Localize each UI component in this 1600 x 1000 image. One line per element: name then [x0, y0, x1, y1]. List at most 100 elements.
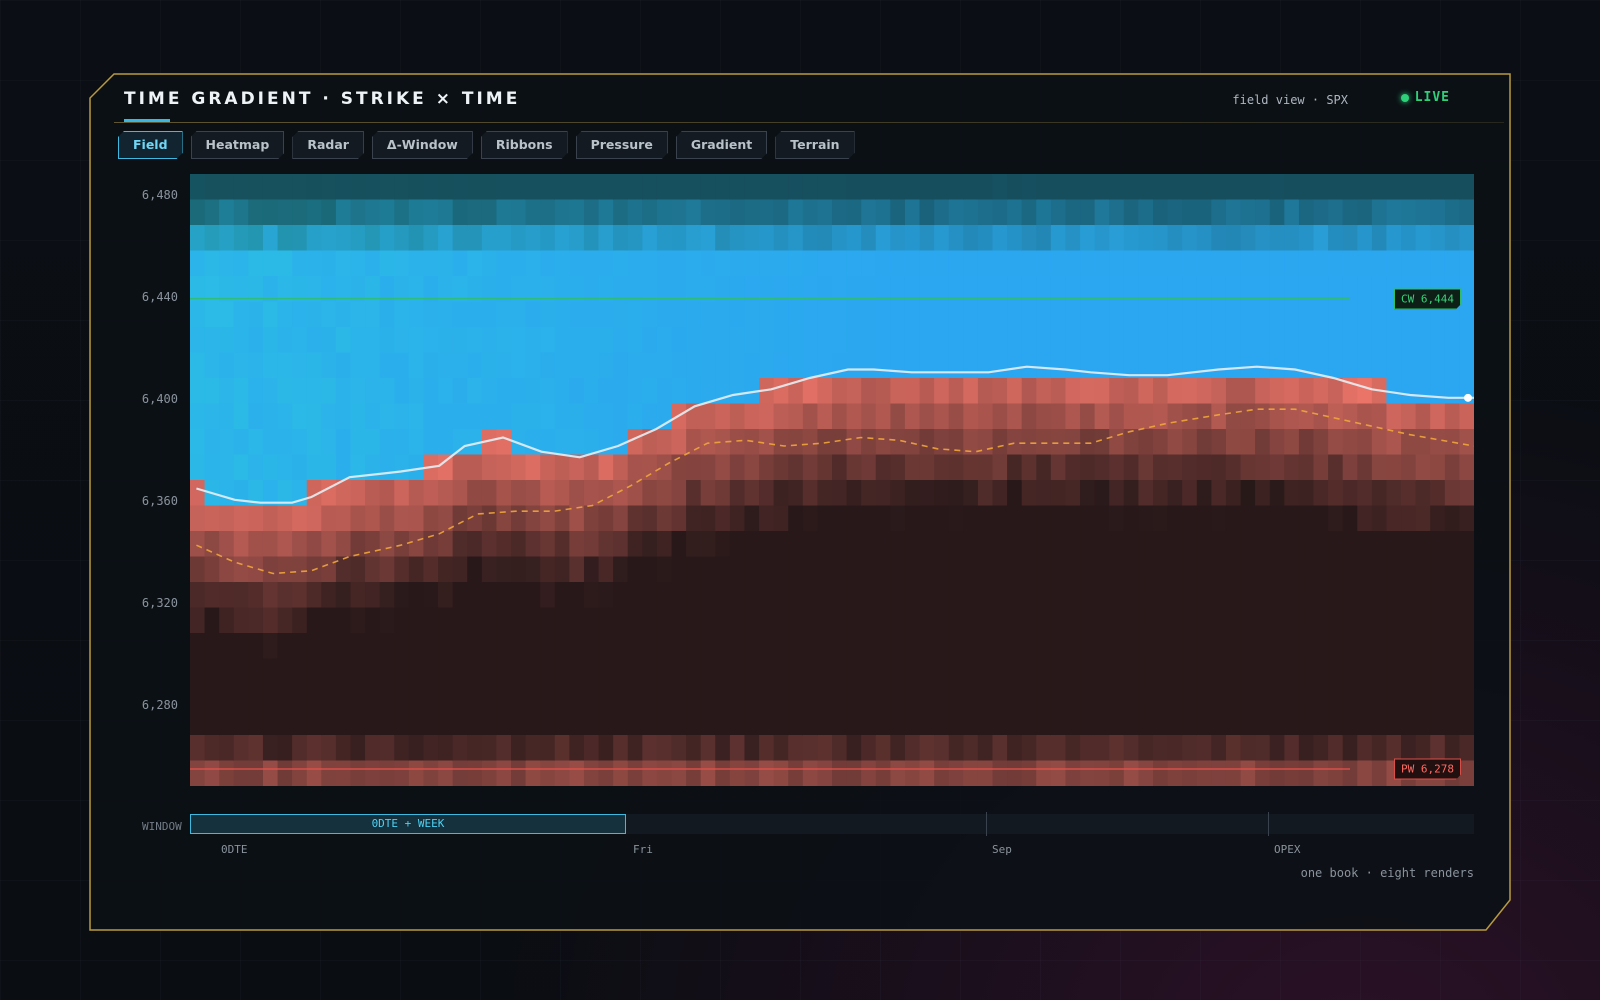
heatmap-cell: [1313, 658, 1329, 685]
heatmap-cell: [832, 454, 848, 481]
heatmap-cell: [1357, 250, 1373, 277]
heatmap-cell: [233, 658, 249, 685]
heatmap-cell: [292, 403, 308, 430]
render-tabs: Field Heatmap Radar Δ-Window Ribbons Pre…: [118, 131, 855, 159]
heatmap-cell: [1328, 760, 1344, 786]
heatmap-cell: [583, 327, 600, 354]
heatmap-cell: [394, 607, 410, 634]
tab-heatmap[interactable]: Heatmap: [191, 131, 285, 159]
heatmap-cell: [977, 301, 994, 328]
heatmap-cell: [452, 735, 468, 762]
heatmap-cell: [1225, 709, 1242, 736]
tab-field[interactable]: Field: [118, 131, 183, 159]
heatmap-cell: [1430, 250, 1446, 277]
heatmap-cell: [1328, 709, 1344, 736]
heatmap-cell: [1153, 378, 1169, 405]
heatmap-cell: [1415, 454, 1431, 481]
heatmap-cell: [686, 684, 702, 711]
heatmap-cell: [963, 480, 979, 507]
heatmap-cell: [729, 582, 746, 609]
heatmap-cell: [817, 225, 833, 252]
heatmap-cell: [1240, 327, 1256, 354]
heatmap-cell: [598, 225, 614, 252]
heatmap-cell: [1328, 607, 1344, 634]
heatmap-cell: [759, 582, 775, 609]
heatmap-cell: [277, 607, 293, 634]
heatmap-cell: [583, 607, 600, 634]
heatmap-cell: [292, 582, 308, 609]
heatmap-cell: [1444, 505, 1461, 532]
heatmap-cell: [934, 607, 950, 634]
heatmap-cell: [963, 658, 979, 685]
heatmap-cell: [190, 250, 206, 277]
heatmap-cell: [1459, 633, 1474, 660]
heatmap-cell: [1021, 352, 1037, 379]
heatmap-cell: [467, 531, 483, 558]
heatmap-cell: [1255, 378, 1271, 405]
heatmap-cell: [248, 658, 264, 685]
heatmap-cell: [1342, 684, 1358, 711]
heatmap-cell: [875, 735, 891, 762]
heatmap-cell: [963, 199, 979, 226]
heatmap-cell: [1153, 709, 1169, 736]
heatmap-cell: [1196, 480, 1212, 507]
heatmap-cell: [904, 760, 921, 786]
heatmap-cell: [262, 403, 279, 430]
heatmap-cell: [1182, 174, 1198, 201]
heatmap-cell: [948, 301, 964, 328]
heatmap-cell: [1298, 735, 1315, 762]
heatmap-cell: [1342, 174, 1358, 201]
heatmap-cell: [292, 454, 308, 481]
heatmap-cell: [1401, 531, 1417, 558]
heatmap-cell: [744, 352, 760, 379]
heatmap-cell: [788, 684, 804, 711]
heatmap-cell: [365, 735, 381, 762]
heatmap-cell: [408, 480, 425, 507]
heatmap-cell: [1123, 454, 1140, 481]
heatmap-cell: [846, 531, 862, 558]
heatmap-cell: [729, 735, 746, 762]
heatmap-cell: [671, 735, 687, 762]
heatmap-cell: [1182, 327, 1198, 354]
heatmap-cell: [671, 301, 687, 328]
heatmap-cell: [1357, 709, 1373, 736]
heatmap-cell: [1050, 760, 1067, 786]
heatmap-cell: [1138, 174, 1154, 201]
heatmap-cell: [365, 454, 381, 481]
heatmap-cell: [817, 684, 833, 711]
heatmap-cell: [1138, 735, 1154, 762]
heatmap-cell: [1036, 378, 1052, 405]
heatmap-cell: [1196, 174, 1212, 201]
heatmap-cell: [598, 480, 614, 507]
tab-pressure[interactable]: Pressure: [576, 131, 668, 159]
heatmap-cell: [846, 378, 862, 405]
heatmap-cell: [1240, 760, 1256, 786]
window-selection-handle[interactable]: 0DTE + WEEK: [190, 814, 626, 834]
heatmap-cell: [350, 633, 366, 660]
tab-delta-window[interactable]: Δ-Window: [372, 131, 473, 159]
heatmap-cell: [861, 684, 877, 711]
heatmap-cell: [262, 301, 279, 328]
heatmap-cell: [496, 301, 512, 328]
heatmap-cell: [846, 607, 862, 634]
tab-gradient[interactable]: Gradient: [676, 131, 767, 159]
heatmap-cell: [613, 760, 629, 786]
heatmap-cell: [1007, 174, 1023, 201]
heatmap-cell: [1138, 531, 1154, 558]
heatmap-cell: [1371, 633, 1388, 660]
heatmap-cell: [423, 378, 439, 405]
heatmap-cell: [759, 735, 775, 762]
heatmap-cell: [365, 225, 381, 252]
heatmap-cell: [1123, 760, 1140, 786]
heatmap-cell: [1342, 531, 1358, 558]
heatmap-cell: [977, 199, 994, 226]
tab-ribbons[interactable]: Ribbons: [481, 131, 568, 159]
heatmap-cell: [1401, 582, 1417, 609]
heatmap-cell: [554, 250, 570, 277]
heatmap-cell: [627, 607, 643, 634]
heatmap-cell: [1196, 327, 1212, 354]
tab-terrain[interactable]: Terrain: [775, 131, 854, 159]
heatmap-cell: [963, 403, 979, 430]
tab-radar[interactable]: Radar: [292, 131, 364, 159]
heatmap-cell: [1430, 556, 1446, 583]
